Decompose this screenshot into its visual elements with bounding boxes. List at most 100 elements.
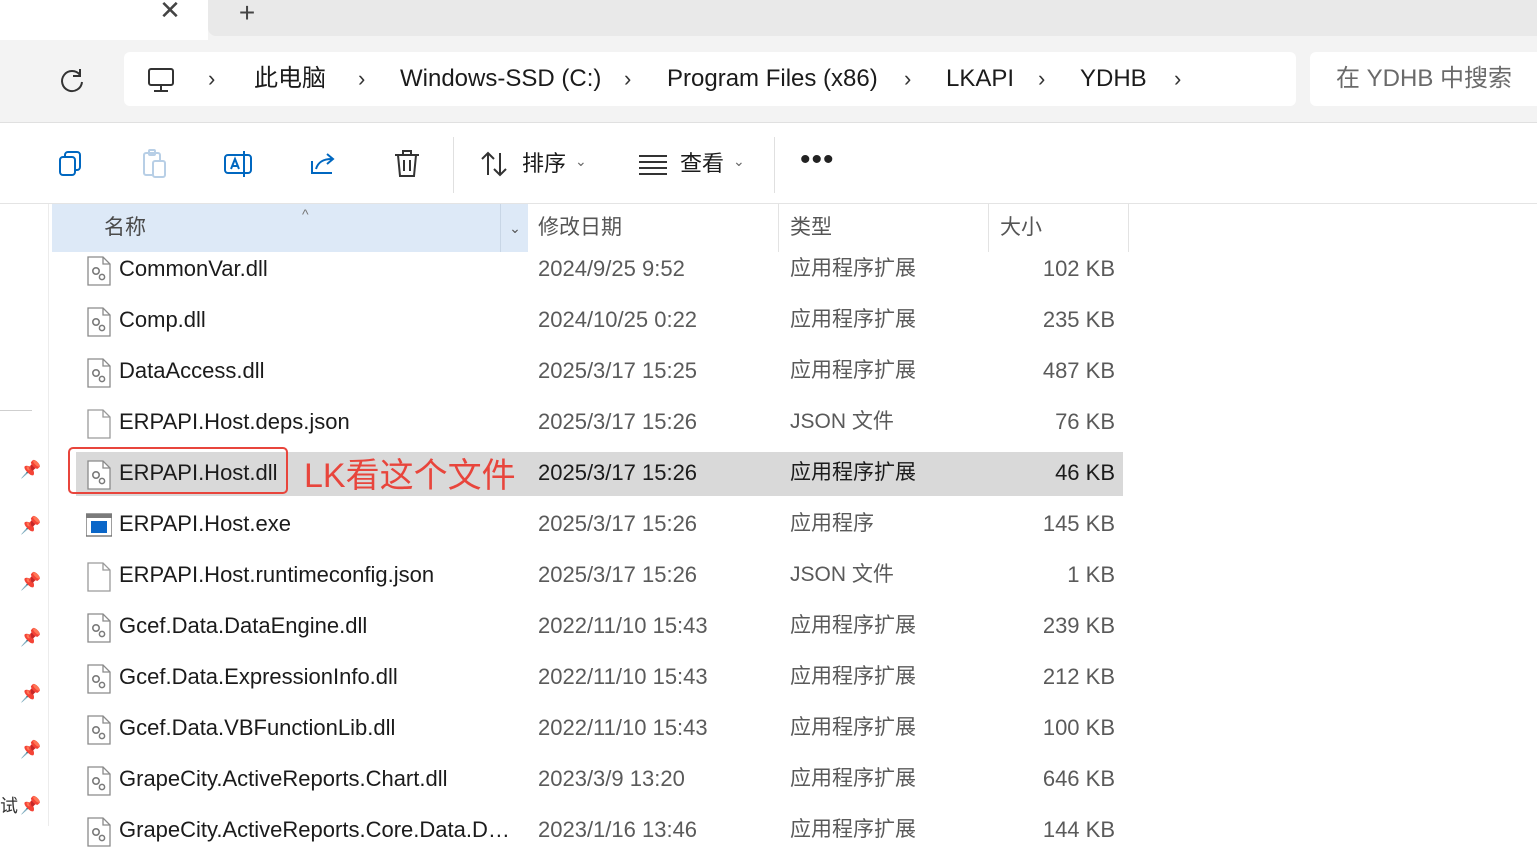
address-row: › 此电脑 › Windows-SSD (C:) › Program Files… [0, 40, 1537, 123]
file-row[interactable]: GrapeCity.ActiveReports.Chart.dll 2023/3… [76, 758, 1123, 802]
sort-icon [481, 151, 507, 177]
file-size: 46 KB [1055, 460, 1115, 485]
search-placeholder: 在 YDHB 中搜索 [1336, 65, 1513, 92]
file-row[interactable]: ERPAPI.Host.runtimeconfig.json 2025/3/17… [76, 554, 1123, 598]
nav-item-label[interactable]: 试 [0, 792, 18, 818]
sort-ascending-icon: ^ [302, 206, 309, 222]
column-filter-dropdown-icon[interactable]: ⌄ [500, 204, 529, 252]
file-row[interactable]: Gcef.Data.ExpressionInfo.dll 2022/11/10 … [76, 656, 1123, 700]
this-pc-icon[interactable] [146, 66, 176, 94]
dll-file-icon [87, 715, 111, 745]
dll-file-icon [87, 817, 111, 847]
share-icon[interactable] [306, 147, 340, 181]
column-divider[interactable] [1128, 204, 1129, 252]
refresh-icon[interactable] [56, 65, 88, 97]
file-modified-date: 2022/11/10 15:43 [538, 715, 708, 740]
pin-icon[interactable]: 📌 [20, 684, 41, 704]
file-modified-date: 2025/3/17 15:26 [538, 511, 698, 536]
breadcrumb-chevron-icon[interactable]: › [1038, 64, 1045, 94]
delete-icon[interactable] [390, 147, 424, 181]
new-tab-icon[interactable]: + [232, 0, 262, 28]
file-name: Comp.dll [119, 307, 206, 332]
file-type: 应用程序扩展 [790, 716, 916, 739]
pin-icon[interactable]: 📌 [20, 628, 41, 648]
column-header-size[interactable]: 大小 [1000, 204, 1042, 252]
file-type: 应用程序扩展 [790, 767, 916, 790]
breadcrumb-chevron-icon[interactable]: › [1174, 64, 1181, 94]
file-type: 应用程序扩展 [790, 614, 916, 637]
navigation-pane[interactable]: 📌 📌 📌 📌 📌 📌 📌 试 [0, 204, 49, 826]
file-modified-date: 2025/3/17 15:26 [538, 409, 698, 434]
file-row[interactable]: CommonVar.dll 2024/9/25 9:52 应用程序扩展 102 … [76, 248, 1123, 292]
json-file-icon [87, 409, 111, 439]
breadcrumb-item-ydhb[interactable]: YDHB [1080, 64, 1147, 94]
json-file-icon [87, 562, 111, 592]
file-type: 应用程序扩展 [790, 461, 916, 484]
file-type: 应用程序扩展 [790, 818, 916, 841]
file-modified-date: 2022/11/10 15:43 [538, 613, 708, 638]
breadcrumb-item-this-pc[interactable]: 此电脑 [254, 64, 326, 94]
annotation-highlight-box [68, 447, 288, 494]
dll-file-icon [87, 613, 111, 643]
file-row[interactable]: Gcef.Data.VBFunctionLib.dll 2022/11/10 1… [76, 707, 1123, 751]
file-size: 646 KB [1042, 766, 1115, 791]
chevron-down-icon: ⌄ [733, 153, 745, 169]
file-size: 212 KB [1042, 664, 1115, 689]
pin-icon[interactable]: 📌 [20, 460, 41, 480]
pin-icon[interactable]: 📌 [20, 796, 41, 816]
column-divider[interactable] [988, 204, 989, 252]
file-row[interactable]: ERPAPI.Host.exe 2025/3/17 15:26 应用程序 145… [76, 503, 1123, 547]
command-bar: 排序 ⌄ 查看 ⌄ ••• [0, 123, 1537, 204]
more-options-icon[interactable]: ••• [800, 145, 835, 175]
file-type: JSON 文件 [790, 410, 894, 433]
dll-file-icon [87, 256, 111, 286]
column-header-name[interactable]: 名称 ^ [52, 204, 528, 252]
file-row[interactable]: GrapeCity.ActiveReports.Core.Data.D… 202… [76, 809, 1123, 853]
breadcrumb-chevron-icon[interactable]: › [624, 64, 631, 94]
pin-icon[interactable]: 📌 [20, 740, 41, 760]
file-row[interactable]: Comp.dll 2024/10/25 0:22 应用程序扩展 235 KB [76, 299, 1123, 343]
copy-icon[interactable] [54, 147, 88, 181]
file-modified-date: 2022/11/10 15:43 [538, 664, 708, 689]
file-name: Gcef.Data.ExpressionInfo.dll [119, 664, 398, 689]
view-icon [639, 155, 667, 175]
exe-file-icon [86, 513, 112, 537]
annotation-text: LK看这个文件 [304, 457, 516, 495]
column-divider[interactable] [778, 204, 779, 252]
breadcrumb-item-drive[interactable]: Windows-SSD (C:) [400, 64, 601, 94]
dll-file-icon [87, 307, 111, 337]
file-size: 1 KB [1067, 562, 1115, 587]
file-modified-date: 2025/3/17 15:25 [538, 358, 698, 383]
breadcrumb-chevron-icon[interactable]: › [358, 64, 365, 94]
file-size: 487 KB [1042, 358, 1115, 383]
file-modified-date: 2025/3/17 15:26 [538, 460, 698, 485]
file-name: DataAccess.dll [119, 358, 265, 383]
active-tab[interactable]: ✕ [0, 0, 208, 40]
breadcrumb-item-lkapi[interactable]: LKAPI [946, 64, 1014, 94]
dll-file-icon [87, 766, 111, 796]
file-name: CommonVar.dll [119, 256, 268, 281]
file-type: 应用程序 [790, 512, 874, 535]
pin-icon[interactable]: 📌 [20, 516, 41, 536]
file-name: ERPAPI.Host.runtimeconfig.json [119, 562, 435, 587]
view-label: 查看 [680, 151, 725, 176]
close-tab-icon[interactable]: ✕ [156, 0, 184, 24]
rename-icon[interactable] [222, 147, 256, 181]
file-row[interactable]: ERPAPI.Host.deps.json 2025/3/17 15:26 JS… [76, 401, 1123, 445]
column-header-modified[interactable]: 修改日期 [538, 204, 622, 252]
breadcrumb-chevron-icon[interactable]: › [904, 64, 911, 94]
file-name: ERPAPI.Host.exe [119, 511, 291, 536]
search-input[interactable]: 在 YDHB 中搜索 [1310, 52, 1537, 106]
pin-icon[interactable]: 📌 [20, 572, 41, 592]
file-modified-date: 2023/1/16 13:46 [538, 817, 698, 842]
column-header-type[interactable]: 类型 [790, 204, 832, 252]
file-modified-date: 2024/10/25 0:22 [538, 307, 698, 332]
paste-icon[interactable] [138, 147, 172, 181]
file-row[interactable]: Gcef.Data.DataEngine.dll 2022/11/10 15:4… [76, 605, 1123, 649]
file-size: 239 KB [1042, 613, 1115, 638]
file-row[interactable]: DataAccess.dll 2025/3/17 15:25 应用程序扩展 48… [76, 350, 1123, 394]
breadcrumb-chevron-icon[interactable]: › [208, 64, 215, 94]
address-bar[interactable]: › 此电脑 › Windows-SSD (C:) › Program Files… [124, 52, 1296, 106]
breadcrumb-item-program-files[interactable]: Program Files (x86) [667, 64, 878, 94]
sort-label: 排序 [522, 151, 567, 176]
